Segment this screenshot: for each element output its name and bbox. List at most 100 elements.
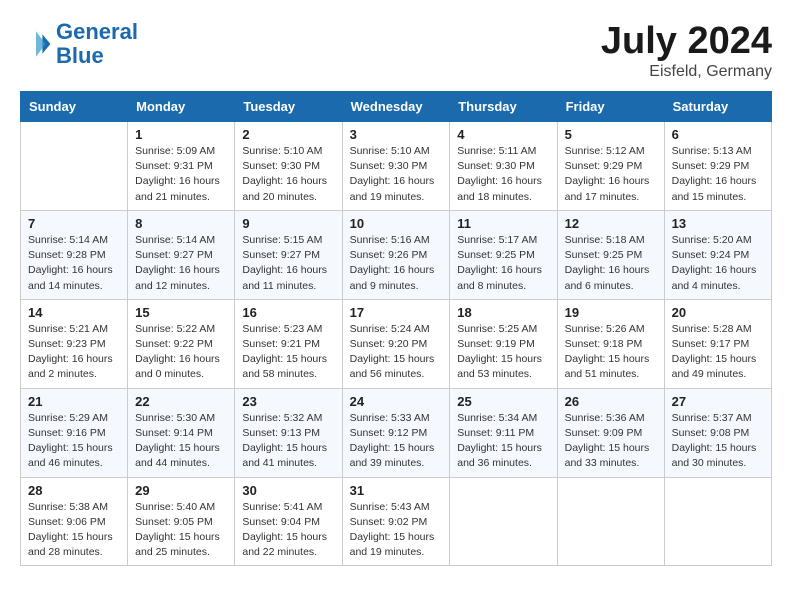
day-info: Sunrise: 5:14 AM Sunset: 9:27 PM Dayligh… (135, 233, 227, 294)
day-number: 29 (135, 483, 227, 498)
location: Eisfeld, Germany (601, 63, 772, 81)
calendar-cell: 18Sunrise: 5:25 AM Sunset: 9:19 PM Dayli… (450, 299, 557, 388)
day-info: Sunrise: 5:36 AM Sunset: 9:09 PM Dayligh… (565, 411, 657, 472)
calendar-cell: 2 Sunrise: 5:10 AM Sunset: 9:30 PM Daylig… (235, 122, 342, 211)
calendar-cell: 9Sunrise: 5:15 AM Sunset: 9:27 PM Daylig… (235, 210, 342, 299)
day-info: Sunrise: 5:33 AM Sunset: 9:12 PM Dayligh… (350, 411, 443, 472)
day-number: 3 (350, 127, 443, 142)
day-number: 10 (350, 216, 443, 231)
calendar-cell: 28 Sunrise: 5:38 AM Sunset: 9:06 PM Dayli… (21, 477, 128, 566)
day-info: Sunrise: 5:43 AM Sunset: 9:02 PM Dayligh… (350, 500, 443, 561)
weekday-header-monday: Monday (128, 92, 235, 122)
day-info: Sunrise: 5:10 AM Sunset: 9:30 PM Dayligh… (242, 144, 334, 205)
day-number: 16 (242, 305, 334, 320)
day-number: 25 (457, 394, 549, 409)
calendar-cell: 6 Sunrise: 5:13 AM Sunset: 9:29 PM Daylig… (664, 122, 771, 211)
day-number: 30 (242, 483, 334, 498)
calendar-cell (557, 477, 664, 566)
day-number: 20 (672, 305, 764, 320)
weekday-header-row: SundayMondayTuesdayWednesdayThursdayFrid… (21, 92, 772, 122)
calendar-cell (664, 477, 771, 566)
day-number: 11 (457, 216, 549, 231)
day-number: 28 (28, 483, 120, 498)
day-number: 14 (28, 305, 120, 320)
day-info: Sunrise: 5:23 AM Sunset: 9:21 PM Dayligh… (242, 322, 334, 383)
day-info: Sunrise: 5:34 AM Sunset: 9:11 PM Dayligh… (457, 411, 549, 472)
day-info: Sunrise: 5:26 AM Sunset: 9:18 PM Dayligh… (565, 322, 657, 383)
calendar-cell: 19 Sunrise: 5:26 AM Sunset: 9:18 PM Dayli… (557, 299, 664, 388)
weekday-header-wednesday: Wednesday (342, 92, 450, 122)
logo: General Blue (20, 20, 138, 68)
day-info: Sunrise: 5:38 AM Sunset: 9:06 PM Dayligh… (28, 500, 120, 561)
day-info: Sunrise: 5:21 AM Sunset: 9:23 PM Dayligh… (28, 322, 120, 383)
day-number: 9 (242, 216, 334, 231)
calendar-cell: 27 Sunrise: 5:37 AM Sunset: 9:08 PM Dayli… (664, 388, 771, 477)
calendar-cell: 4 Sunrise: 5:11 AM Sunset: 9:30 PM Daylig… (450, 122, 557, 211)
day-info: Sunrise: 5:13 AM Sunset: 9:29 PM Dayligh… (672, 144, 764, 205)
logo-icon (20, 28, 52, 60)
weekday-header-sunday: Sunday (21, 92, 128, 122)
day-info: Sunrise: 5:10 AM Sunset: 9:30 PM Dayligh… (350, 144, 443, 205)
calendar-cell: 30Sunrise: 5:41 AM Sunset: 9:04 PM Dayli… (235, 477, 342, 566)
day-number: 1 (135, 127, 227, 142)
calendar-cell: 1 Sunrise: 5:09 AM Sunset: 9:31 PM Daylig… (128, 122, 235, 211)
day-number: 15 (135, 305, 227, 320)
day-number: 2 (242, 127, 334, 142)
weekday-header-tuesday: Tuesday (235, 92, 342, 122)
calendar-cell: 23 Sunrise: 5:32 AM Sunset: 9:13 PM Dayli… (235, 388, 342, 477)
calendar-cell: 22Sunrise: 5:30 AM Sunset: 9:14 PM Dayli… (128, 388, 235, 477)
calendar-cell: 5 Sunrise: 5:12 AM Sunset: 9:29 PM Daylig… (557, 122, 664, 211)
day-number: 7 (28, 216, 120, 231)
day-number: 19 (565, 305, 657, 320)
day-number: 27 (672, 394, 764, 409)
weekday-header-saturday: Saturday (664, 92, 771, 122)
day-info: Sunrise: 5:18 AM Sunset: 9:25 PM Dayligh… (565, 233, 657, 294)
day-info: Sunrise: 5:09 AM Sunset: 9:31 PM Dayligh… (135, 144, 227, 205)
calendar-week-row: 14 Sunrise: 5:21 AM Sunset: 9:23 PM Dayli… (21, 299, 772, 388)
calendar-cell: 25 Sunrise: 5:34 AM Sunset: 9:11 PM Dayli… (450, 388, 557, 477)
calendar-cell: 24Sunrise: 5:33 AM Sunset: 9:12 PM Dayli… (342, 388, 450, 477)
day-number: 17 (350, 305, 443, 320)
weekday-header-thursday: Thursday (450, 92, 557, 122)
calendar-cell: 17Sunrise: 5:24 AM Sunset: 9:20 PM Dayli… (342, 299, 450, 388)
day-info: Sunrise: 5:20 AM Sunset: 9:24 PM Dayligh… (672, 233, 764, 294)
day-number: 26 (565, 394, 657, 409)
day-info: Sunrise: 5:17 AM Sunset: 9:25 PM Dayligh… (457, 233, 549, 294)
day-number: 31 (350, 483, 443, 498)
calendar-cell: 15 Sunrise: 5:22 AM Sunset: 9:22 PM Dayli… (128, 299, 235, 388)
calendar-cell: 26 Sunrise: 5:36 AM Sunset: 9:09 PM Dayli… (557, 388, 664, 477)
calendar-cell: 14 Sunrise: 5:21 AM Sunset: 9:23 PM Dayli… (21, 299, 128, 388)
title-block: July 2024 Eisfeld, Germany (601, 20, 772, 81)
day-info: Sunrise: 5:28 AM Sunset: 9:17 PM Dayligh… (672, 322, 764, 383)
day-info: Sunrise: 5:12 AM Sunset: 9:29 PM Dayligh… (565, 144, 657, 205)
day-number: 4 (457, 127, 549, 142)
day-number: 8 (135, 216, 227, 231)
day-info: Sunrise: 5:11 AM Sunset: 9:30 PM Dayligh… (457, 144, 549, 205)
day-info: Sunrise: 5:37 AM Sunset: 9:08 PM Dayligh… (672, 411, 764, 472)
day-info: Sunrise: 5:40 AM Sunset: 9:05 PM Dayligh… (135, 500, 227, 561)
logo-text: General Blue (56, 20, 138, 68)
calendar-week-row: 1 Sunrise: 5:09 AM Sunset: 9:31 PM Daylig… (21, 122, 772, 211)
day-number: 6 (672, 127, 764, 142)
calendar-cell: 10 Sunrise: 5:16 AM Sunset: 9:26 PM Dayli… (342, 210, 450, 299)
day-number: 13 (672, 216, 764, 231)
day-number: 22 (135, 394, 227, 409)
calendar-cell: 8 Sunrise: 5:14 AM Sunset: 9:27 PM Daylig… (128, 210, 235, 299)
logo-line2: Blue (56, 43, 104, 68)
calendar-cell (21, 122, 128, 211)
day-number: 5 (565, 127, 657, 142)
calendar-table: SundayMondayTuesdayWednesdayThursdayFrid… (20, 91, 772, 566)
calendar-cell (450, 477, 557, 566)
day-number: 23 (242, 394, 334, 409)
day-info: Sunrise: 5:32 AM Sunset: 9:13 PM Dayligh… (242, 411, 334, 472)
logo-line1: General (56, 19, 138, 44)
calendar-cell: 11 Sunrise: 5:17 AM Sunset: 9:25 PM Dayli… (450, 210, 557, 299)
day-info: Sunrise: 5:29 AM Sunset: 9:16 PM Dayligh… (28, 411, 120, 472)
calendar-cell: 29 Sunrise: 5:40 AM Sunset: 9:05 PM Dayli… (128, 477, 235, 566)
calendar-cell: 3 Sunrise: 5:10 AM Sunset: 9:30 PM Daylig… (342, 122, 450, 211)
day-info: Sunrise: 5:22 AM Sunset: 9:22 PM Dayligh… (135, 322, 227, 383)
calendar-cell: 12Sunrise: 5:18 AM Sunset: 9:25 PM Dayli… (557, 210, 664, 299)
day-info: Sunrise: 5:16 AM Sunset: 9:26 PM Dayligh… (350, 233, 443, 294)
calendar-week-row: 28 Sunrise: 5:38 AM Sunset: 9:06 PM Dayli… (21, 477, 772, 566)
calendar-week-row: 7Sunrise: 5:14 AM Sunset: 9:28 PM Daylig… (21, 210, 772, 299)
